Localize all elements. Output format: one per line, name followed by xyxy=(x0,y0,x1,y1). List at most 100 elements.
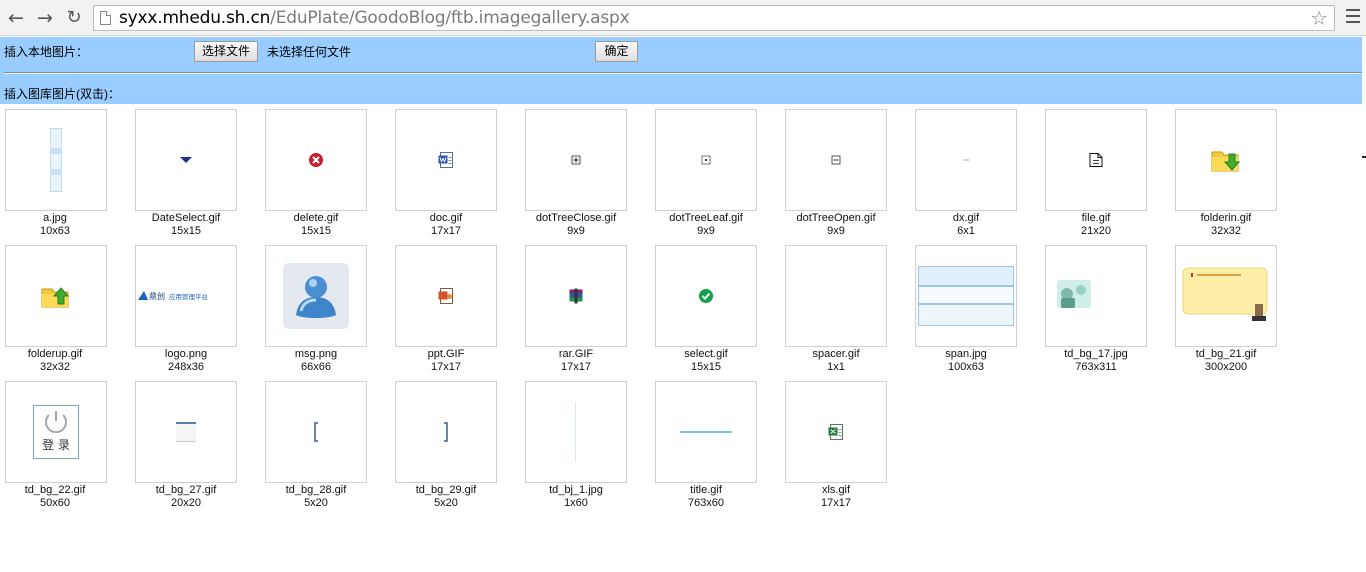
gallery-tile-td-bj-1[interactable] xyxy=(525,381,627,483)
gallery-caption: td_bg_28.gif 5x20 xyxy=(285,484,347,509)
gallery-tile-a[interactable] xyxy=(5,109,107,211)
logo-png-thumbnail: 鼎创 应用管理平台 xyxy=(138,291,208,301)
choose-file-button[interactable]: 选择文件 xyxy=(194,41,259,62)
gallery-caption: delete.gif 15x15 xyxy=(293,212,339,237)
gallery-tile-dottreeopen[interactable] xyxy=(785,109,887,211)
powerpoint-icon xyxy=(438,288,453,304)
gallery-caption: ppt.GIF 17x17 xyxy=(427,348,465,373)
gallery-caption: dotTreeClose.gif 9x9 xyxy=(535,212,617,237)
gallery-tile-msg[interactable] xyxy=(265,245,367,347)
svg-text:应用管理平台: 应用管理平台 xyxy=(169,292,208,301)
gallery-caption: td_bg_17.jpg 763x311 xyxy=(1064,348,1128,373)
power-login-icon: 登 录 xyxy=(33,405,79,459)
gallery-caption: doc.gif 17x17 xyxy=(429,212,463,237)
upload-panel: 插入本地图片： 选择文件 未选择任何文件 确定 插入图库图片(双击)： xyxy=(0,37,1362,104)
address-bar[interactable]: syxx.mhedu.sh.cn/EduPlate/GoodoBlog/ftb.… xyxy=(93,5,1335,31)
gallery-caption: logo.png 248x36 xyxy=(164,348,208,373)
gallery-tile-file[interactable] xyxy=(1045,109,1147,211)
gallery-tile-td-bg-22[interactable]: 登 录 xyxy=(5,381,107,483)
title-gif-thumbnail xyxy=(680,431,732,433)
td-bg-28-thumbnail xyxy=(314,422,318,442)
gallery-caption: td_bg_27.gif 20x20 xyxy=(155,484,217,509)
scrollbar-marker xyxy=(1362,156,1366,158)
tree-collapse-icon xyxy=(831,155,841,165)
gallery-tile-dx[interactable] xyxy=(915,109,1017,211)
gallery-tile-td-bg-17[interactable] xyxy=(1045,245,1147,347)
gallery-tile-dateselect[interactable] xyxy=(135,109,237,211)
td-bg-29-thumbnail xyxy=(444,422,448,442)
divider xyxy=(4,72,1362,74)
gallery-caption: span.jpg 100x63 xyxy=(945,348,987,373)
url-host: syxx.mhedu.sh.cn xyxy=(119,8,271,28)
dropdown-arrow-icon xyxy=(180,157,192,163)
gallery-caption: dotTreeOpen.gif 9x9 xyxy=(796,212,876,237)
gallery-caption: a.jpg 10x63 xyxy=(40,212,70,237)
gallery-caption: xls.gif 17x17 xyxy=(821,484,851,509)
td-bg-17-thumbnail xyxy=(1047,276,1145,316)
gallery-tile-dottreeleaf[interactable] xyxy=(655,109,757,211)
gallery-tile-delete[interactable] xyxy=(265,109,367,211)
menu-icon[interactable] xyxy=(1346,9,1360,25)
gallery-tile-select[interactable] xyxy=(655,245,757,347)
messenger-user-icon xyxy=(283,263,349,329)
gallery-caption: dx.gif 6x1 xyxy=(952,212,980,237)
gallery-tile-span[interactable] xyxy=(915,245,1017,347)
gallery-tile-xls[interactable] xyxy=(785,381,887,483)
gallery-caption: rar.GIF 17x17 xyxy=(558,348,594,373)
gallery-tile-td-bg-28[interactable] xyxy=(265,381,367,483)
gallery-tile-td-bg-29[interactable] xyxy=(395,381,497,483)
gallery-caption: file.gif 21x20 xyxy=(1081,212,1111,237)
back-arrow-icon[interactable]: ← xyxy=(5,7,27,29)
gallery-tile-dottreeclose[interactable] xyxy=(525,109,627,211)
delete-icon xyxy=(309,153,323,167)
rar-archive-icon xyxy=(569,288,583,304)
gallery-label: 插入图库图片(双击)： xyxy=(4,87,120,101)
url-path: /EduPlate/GoodoBlog/ftb.imagegallery.asp… xyxy=(270,8,630,28)
gallery-caption: td_bg_21.gif 300x200 xyxy=(1195,348,1257,373)
gallery-caption: title.gif 763x60 xyxy=(687,484,725,509)
local-image-label: 插入本地图片： xyxy=(4,45,89,59)
gallery-caption: td_bj_1.jpg 1x60 xyxy=(549,484,603,509)
gallery-tile-folderin[interactable] xyxy=(1175,109,1277,211)
gallery-tile-logo[interactable]: 鼎创 应用管理平台 xyxy=(135,245,237,347)
gallery-caption: dotTreeLeaf.gif 9x9 xyxy=(669,212,743,237)
gallery-caption: select.gif 15x15 xyxy=(684,348,728,373)
gallery-caption: folderin.gif 32x32 xyxy=(1200,212,1252,237)
gallery-caption: folderup.gif 32x32 xyxy=(27,348,83,373)
a-jpg-thumbnail xyxy=(50,128,62,192)
bookmark-star-icon[interactable]: ☆ xyxy=(1310,7,1328,29)
gallery-tile-spacer[interactable] xyxy=(785,245,887,347)
gallery-tile-td-bg-27[interactable] xyxy=(135,381,237,483)
gallery-tile-ppt[interactable] xyxy=(395,245,497,347)
check-icon xyxy=(699,289,713,303)
folder-up-icon xyxy=(41,287,70,308)
file-icon xyxy=(1089,153,1103,167)
svg-text:登 录: 登 录 xyxy=(42,437,70,452)
url-text[interactable]: syxx.mhedu.sh.cn/EduPlate/GoodoBlog/ftb.… xyxy=(119,9,630,28)
td-bg-27-thumbnail xyxy=(176,422,196,442)
td-bg-21-thumbnail xyxy=(1182,267,1268,321)
forward-arrow-icon[interactable]: → xyxy=(34,7,56,29)
gallery-caption: td_bg_22.gif 50x60 xyxy=(24,484,86,509)
dx-gif-thumbnail xyxy=(963,159,969,161)
scrollbar[interactable] xyxy=(1362,37,1366,572)
svg-text:鼎创: 鼎创 xyxy=(149,291,165,301)
gallery-tile-td-bg-21[interactable] xyxy=(1175,245,1277,347)
browser-toolbar: ← → ↻ syxx.mhedu.sh.cn/EduPlate/GoodoBlo… xyxy=(0,0,1366,36)
gallery-caption: msg.png 66x66 xyxy=(294,348,338,373)
tree-leaf-icon xyxy=(701,155,711,165)
page-icon xyxy=(100,11,111,25)
gallery-tile-folderup[interactable] xyxy=(5,245,107,347)
gallery-tile-title[interactable] xyxy=(655,381,757,483)
file-status-text: 未选择任何文件 xyxy=(267,45,352,59)
gallery-tile-rar[interactable] xyxy=(525,245,627,347)
td-bj-1-thumbnail xyxy=(575,402,576,462)
gallery-caption: spacer.gif 1x1 xyxy=(812,348,860,373)
gallery-caption: DateSelect.gif 15x15 xyxy=(151,212,221,237)
reload-icon[interactable]: ↻ xyxy=(63,7,85,29)
span-jpg-thumbnail xyxy=(918,266,1014,326)
folder-in-icon xyxy=(1211,151,1241,172)
excel-icon xyxy=(828,424,843,440)
gallery-tile-doc[interactable] xyxy=(395,109,497,211)
confirm-button[interactable]: 确定 xyxy=(595,41,638,62)
